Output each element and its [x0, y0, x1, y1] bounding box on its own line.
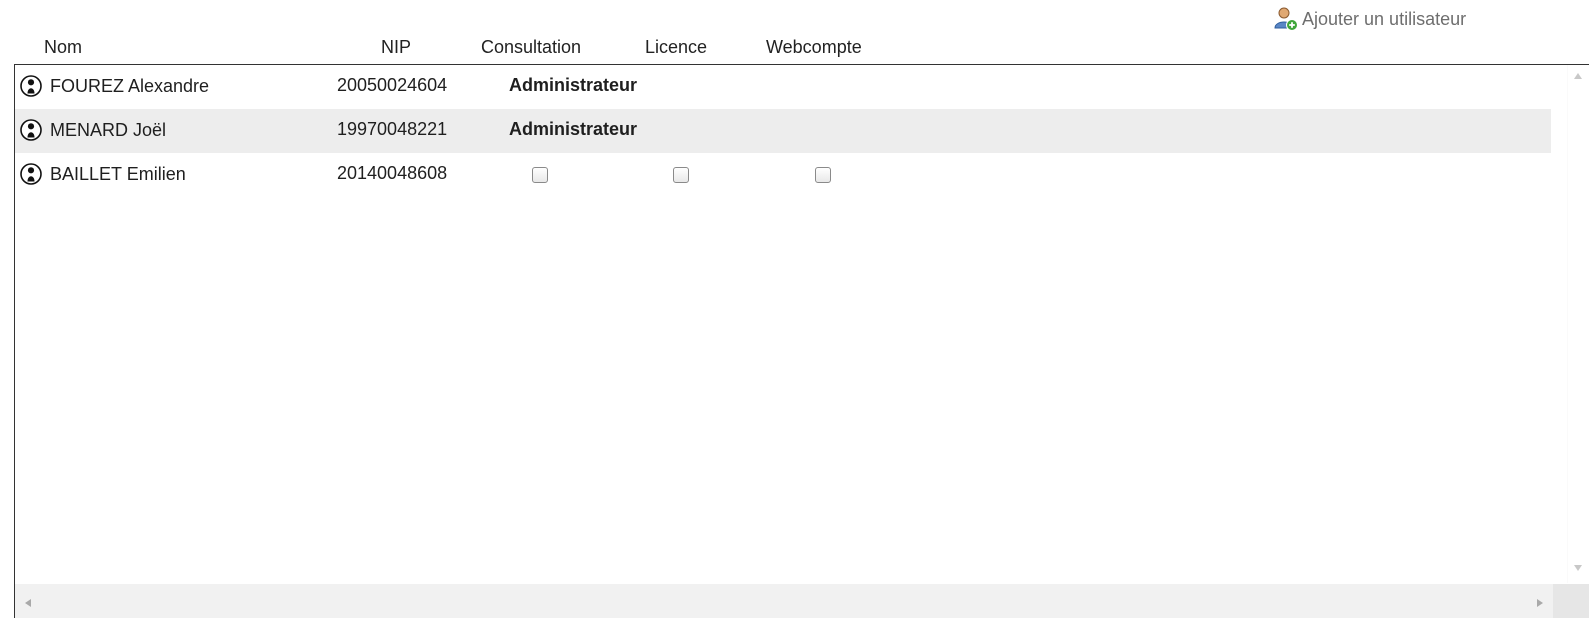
user-role: Administrateur: [509, 119, 638, 139]
scroll-down-arrow-icon[interactable]: [1574, 565, 1582, 571]
scroll-up-arrow-icon[interactable]: [1574, 73, 1582, 79]
user-nip: 19970048221: [337, 119, 448, 139]
scroll-left-arrow-icon[interactable]: [25, 599, 31, 607]
table-body: FOUREZ Alexandre 20050024604 Administrat…: [15, 65, 1551, 197]
table-row[interactable]: BAILLET Emilien 20140048608: [15, 153, 1551, 197]
user-role: Administrateur: [509, 75, 638, 95]
user-nip: 20050024604: [337, 75, 448, 95]
scrollbar-corner: [1553, 584, 1589, 618]
user-info-icon[interactable]: [20, 119, 42, 141]
user-info-icon[interactable]: [20, 163, 42, 185]
add-user-button[interactable]: Ajouter un utilisateur: [1273, 6, 1466, 32]
add-user-label: Ajouter un utilisateur: [1302, 8, 1467, 29]
scroll-right-arrow-icon[interactable]: [1537, 599, 1543, 607]
table-row[interactable]: FOUREZ Alexandre 20050024604 Administrat…: [15, 65, 1551, 109]
user-nip: 20140048608: [337, 163, 448, 183]
consultation-checkbox[interactable]: [532, 167, 548, 183]
user-name: BAILLET Emilien: [50, 164, 186, 184]
licence-checkbox[interactable]: [673, 167, 689, 183]
add-user-icon: [1273, 6, 1299, 32]
column-header-nip[interactable]: NIP: [381, 37, 411, 58]
table-row[interactable]: MENARD Joël 19970048221 Administrateur: [15, 109, 1551, 153]
table-header: Nom NIP Consultation Licence Webcompte: [0, 34, 1589, 62]
users-table: FOUREZ Alexandre 20050024604 Administrat…: [14, 64, 1589, 618]
column-header-name[interactable]: Nom: [44, 37, 82, 58]
webcompte-checkbox[interactable]: [815, 167, 831, 183]
column-header-consultation[interactable]: Consultation: [481, 37, 581, 58]
user-info-icon[interactable]: [20, 75, 42, 97]
column-header-webcompte[interactable]: Webcompte: [766, 37, 862, 58]
user-name: MENARD Joël: [50, 120, 167, 140]
user-name: FOUREZ Alexandre: [50, 76, 210, 96]
column-header-licence[interactable]: Licence: [645, 37, 707, 58]
vertical-scrollbar[interactable]: [1567, 65, 1589, 583]
horizontal-scrollbar[interactable]: [15, 584, 1589, 618]
